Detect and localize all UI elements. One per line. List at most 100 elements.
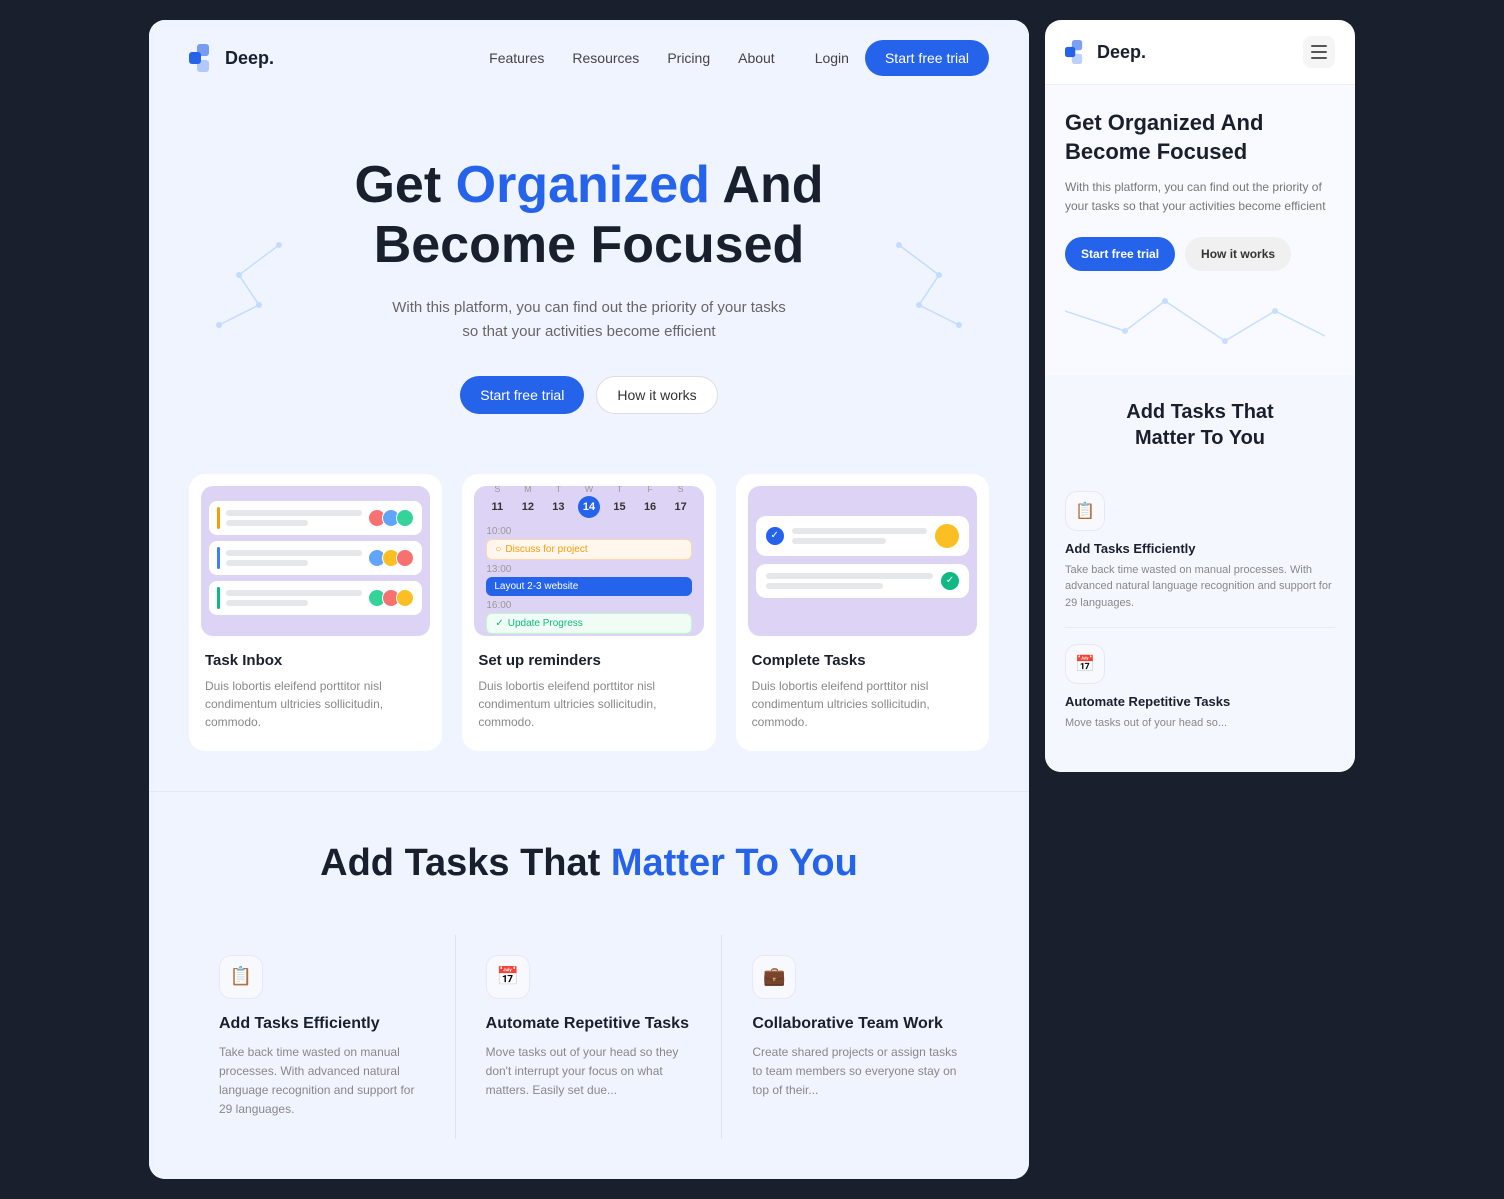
feature-automate-desc: Move tasks out of your head so they don'… bbox=[486, 1043, 692, 1101]
card-task-inbox: Task Inbox Duis lobortis eleifend portti… bbox=[189, 474, 442, 751]
left-panel: Deep. Features Resources Pricing About L… bbox=[149, 20, 1029, 1179]
feature-add-tasks-title: Add Tasks Efficiently bbox=[219, 1015, 425, 1033]
cal-day-m: M 12 bbox=[517, 486, 539, 518]
nav-actions: Login Start free trial bbox=[815, 40, 989, 76]
task-row bbox=[209, 541, 422, 575]
task-line bbox=[226, 590, 362, 596]
feature-add-tasks-icon: 📋 bbox=[219, 955, 263, 999]
cal-event-discuss: ○ Discuss for project bbox=[486, 539, 691, 560]
nav-features[interactable]: Features bbox=[489, 50, 544, 66]
feature-add-tasks: 📋 Add Tasks Efficiently Take back time w… bbox=[189, 935, 456, 1140]
nav-resources[interactable]: Resources bbox=[572, 50, 639, 66]
avatar bbox=[396, 549, 414, 567]
card-task-inbox-image bbox=[201, 486, 430, 636]
ham-line bbox=[1311, 51, 1327, 53]
hero-subtitle: With this platform, you can find out the… bbox=[389, 296, 789, 344]
right-zigzag-icon bbox=[1065, 291, 1345, 351]
calendar-header: S 11 M 12 T 13 bbox=[486, 486, 691, 518]
feature-automate-title: Automate Repetitive Tasks bbox=[486, 1015, 692, 1033]
task-line bbox=[226, 560, 308, 566]
logo-icon bbox=[189, 44, 217, 72]
tasks-section: Add Tasks That Matter To You 📋 Add Tasks… bbox=[149, 791, 1029, 1180]
right-feature-add-tasks-desc: Take back time wasted on manual processe… bbox=[1065, 562, 1335, 612]
right-add-tasks-section: Add Tasks ThatMatter To You 📋 Add Tasks … bbox=[1045, 375, 1355, 772]
right-feature-automate-title: Automate Repetitive Tasks bbox=[1065, 694, 1335, 709]
right-feature-automate: 📅 Automate Repetitive Tasks Move tasks o… bbox=[1065, 628, 1335, 748]
complete-lines bbox=[766, 573, 933, 589]
hamburger-button[interactable] bbox=[1303, 36, 1335, 68]
nav-cta-button[interactable]: Start free trial bbox=[865, 40, 989, 76]
task-line bbox=[226, 520, 308, 526]
right-how-it-works-button[interactable]: How it works bbox=[1185, 237, 1291, 271]
task-lines bbox=[226, 590, 362, 606]
right-feature-automate-icon: 📅 bbox=[1065, 644, 1105, 684]
right-cta-button[interactable]: Start free trial bbox=[1065, 237, 1175, 271]
cal-event-16: 16:00 ✓ Update Progress bbox=[486, 600, 691, 634]
card-complete-desc: Duis lobortis eleifend porttitor nisl co… bbox=[736, 677, 989, 731]
right-logo-icon bbox=[1065, 40, 1089, 64]
right-hero-buttons: Start free trial How it works bbox=[1065, 237, 1335, 271]
task-row bbox=[209, 501, 422, 535]
right-feature-automate-desc: Move tasks out of your head so... bbox=[1065, 715, 1335, 732]
right-feature-add-tasks: 📋 Add Tasks Efficiently Take back time w… bbox=[1065, 475, 1335, 629]
right-logo[interactable]: Deep. bbox=[1065, 40, 1146, 64]
check-icon: ✓ bbox=[941, 572, 959, 590]
feature-automate-icon: 📅 bbox=[486, 955, 530, 999]
hero-title: Get Organized And Become Focused bbox=[189, 156, 989, 276]
task-bar-yellow bbox=[217, 507, 220, 529]
cal-event-layout: Layout 2-3 website bbox=[486, 577, 691, 596]
feature-add-tasks-desc: Take back time wasted on manual processe… bbox=[219, 1043, 425, 1120]
right-hero-subtitle: With this platform, you can find out the… bbox=[1065, 178, 1335, 216]
cards-grid: Task Inbox Duis lobortis eleifend portti… bbox=[189, 474, 989, 751]
card-task-inbox-desc: Duis lobortis eleifend porttitor nisl co… bbox=[189, 677, 442, 731]
task-avatars bbox=[368, 509, 414, 527]
task-bar-green bbox=[217, 587, 220, 609]
cal-event-update: ✓ Update Progress bbox=[486, 613, 691, 634]
nav-links: Features Resources Pricing About bbox=[489, 50, 775, 66]
task-lines bbox=[226, 510, 362, 526]
cal-day-s2: S 17 bbox=[670, 486, 692, 518]
nav-about[interactable]: About bbox=[738, 50, 775, 66]
calendar-content: S 11 M 12 T 13 bbox=[474, 486, 703, 636]
check-icon: ✓ bbox=[766, 527, 784, 545]
cal-day-w: W 14 bbox=[578, 486, 600, 518]
right-tasks-title: Add Tasks ThatMatter To You bbox=[1065, 399, 1335, 451]
right-navbar: Deep. bbox=[1045, 20, 1355, 85]
avatar bbox=[396, 589, 414, 607]
zigzag-left-icon bbox=[169, 215, 289, 335]
card-complete-title: Complete Tasks bbox=[736, 652, 989, 677]
hero-cta-button[interactable]: Start free trial bbox=[460, 376, 584, 414]
how-it-works-button[interactable]: How it works bbox=[596, 376, 717, 414]
ham-line bbox=[1311, 57, 1327, 59]
task-line bbox=[226, 600, 308, 606]
cards-section: Task Inbox Duis lobortis eleifend portti… bbox=[149, 454, 1029, 791]
complete-tasks-content: ✓ ✓ bbox=[748, 508, 977, 614]
task-avatars bbox=[368, 549, 414, 567]
feature-collaborate-desc: Create shared projects or assign tasks t… bbox=[752, 1043, 959, 1101]
task-bar-blue bbox=[217, 547, 220, 569]
zigzag-right-icon bbox=[889, 215, 1009, 335]
ham-line bbox=[1311, 45, 1327, 47]
task-line bbox=[226, 550, 362, 556]
card-reminders-desc: Duis lobortis eleifend porttitor nisl co… bbox=[462, 677, 715, 731]
cal-day-t1: T 13 bbox=[547, 486, 569, 518]
navbar: Deep. Features Resources Pricing About L… bbox=[149, 20, 1029, 96]
features-grid: 📋 Add Tasks Efficiently Take back time w… bbox=[189, 935, 989, 1140]
task-avatars bbox=[368, 589, 414, 607]
login-button[interactable]: Login bbox=[815, 50, 849, 66]
card-complete-image: ✓ ✓ bbox=[748, 486, 977, 636]
tasks-section-title: Add Tasks That Matter To You bbox=[189, 842, 989, 885]
task-row bbox=[209, 581, 422, 615]
nav-pricing[interactable]: Pricing bbox=[667, 50, 710, 66]
feature-automate: 📅 Automate Repetitive Tasks Move tasks o… bbox=[456, 935, 723, 1140]
card-reminders: S 11 M 12 T 13 bbox=[462, 474, 715, 751]
avatar bbox=[935, 524, 959, 548]
cal-event-10: 10:00 ○ Discuss for project bbox=[486, 526, 691, 560]
complete-row: ✓ bbox=[756, 516, 969, 556]
right-hero-title: Get Organized AndBecome Focused bbox=[1065, 109, 1335, 166]
task-line bbox=[226, 510, 362, 516]
logo[interactable]: Deep. bbox=[189, 44, 274, 72]
card-reminders-image: S 11 M 12 T 13 bbox=[474, 486, 703, 636]
complete-lines bbox=[792, 528, 927, 544]
right-panel: Deep. Get Organized AndBecome Focused Wi… bbox=[1045, 20, 1355, 772]
